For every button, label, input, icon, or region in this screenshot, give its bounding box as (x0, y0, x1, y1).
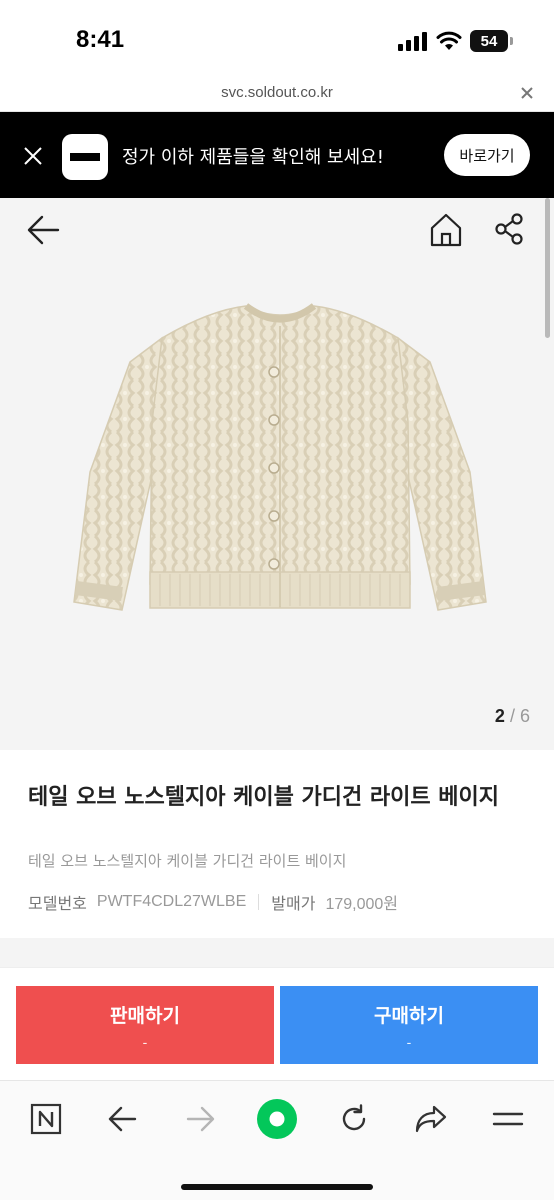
product-title: 테일 오브 노스텔지아 케이블 가디건 라이트 베이지 (28, 785, 499, 810)
arrow-left-icon[interactable] (24, 212, 64, 248)
shortcut-button[interactable]: 바로가기 (444, 134, 530, 176)
menu-icon[interactable] (486, 1097, 530, 1141)
naver-green-dot-icon[interactable] (254, 1096, 300, 1142)
signal-icon (398, 32, 427, 51)
release-price-value: 179,000원 (325, 896, 398, 913)
status-time: 8:41 (76, 26, 125, 53)
close-icon[interactable] (22, 145, 44, 167)
release-price-label: 발매가 (271, 894, 316, 913)
naver-n-icon[interactable] (24, 1097, 68, 1141)
reload-icon[interactable] (332, 1097, 376, 1141)
home-indicator (181, 1184, 373, 1190)
product-subtitle: 테일 오브 노스텔지아 케이블 가디건 라이트 베이지 (28, 852, 347, 870)
model-number-label: 모델번호 (28, 894, 87, 913)
model-number-value: PWTF4CDL27WLBE (96, 893, 247, 910)
buy-button-price: - (406, 1033, 412, 1050)
battery-icon: 54 (470, 30, 513, 52)
url-bar[interactable]: svc.soldout.co.kr (0, 76, 554, 112)
home-icon[interactable] (426, 210, 466, 250)
cardigan-product-image (73, 303, 487, 611)
back-arrow-icon[interactable] (101, 1097, 145, 1141)
browser-toolbar (0, 1080, 554, 1200)
promo-banner: 정가 이하 제품들을 확인해 보세요! 바로가기 (0, 112, 554, 198)
sell-button-label: 판매하기 (110, 1005, 180, 1027)
status-bar: 8:41 54 (0, 0, 554, 76)
url-close-icon[interactable] (520, 82, 534, 104)
gallery-pager: 2 / 6 (495, 706, 530, 727)
product-meta: 모델번호 PWTF4CDL27WLBE 발매가 179,000원 (28, 890, 398, 914)
product-gallery[interactable]: 2 / 6 (0, 198, 554, 750)
buy-button[interactable]: 구매하기 - (280, 986, 538, 1064)
url-text[interactable]: svc.soldout.co.kr (0, 84, 554, 101)
buy-button-label: 구매하기 (374, 1005, 444, 1027)
wifi-icon (436, 31, 462, 50)
share-icon[interactable] (490, 210, 530, 250)
scrollbar[interactable] (545, 198, 550, 338)
section-divider (0, 938, 554, 968)
promo-text: 정가 이하 제품들을 확인해 보세요! (122, 147, 384, 168)
share-arrow-icon[interactable] (409, 1097, 453, 1141)
pager-current: 2 (494, 706, 505, 726)
pager-separator: / (509, 706, 515, 726)
product-info: 테일 오브 노스텔지아 케이블 가디건 라이트 베이지 테일 오브 노스텔지아 … (0, 750, 554, 940)
meta-divider (258, 894, 260, 910)
forward-arrow-icon[interactable] (178, 1097, 222, 1141)
app-logo-icon (62, 134, 108, 180)
sell-button-price: - (142, 1033, 148, 1050)
status-icons: 54 (398, 30, 513, 52)
sell-button[interactable]: 판매하기 - (16, 986, 274, 1064)
battery-level: 54 (480, 32, 498, 50)
trade-actions: 판매하기 - 구매하기 - (0, 968, 554, 1080)
pager-total: 6 (519, 706, 530, 726)
